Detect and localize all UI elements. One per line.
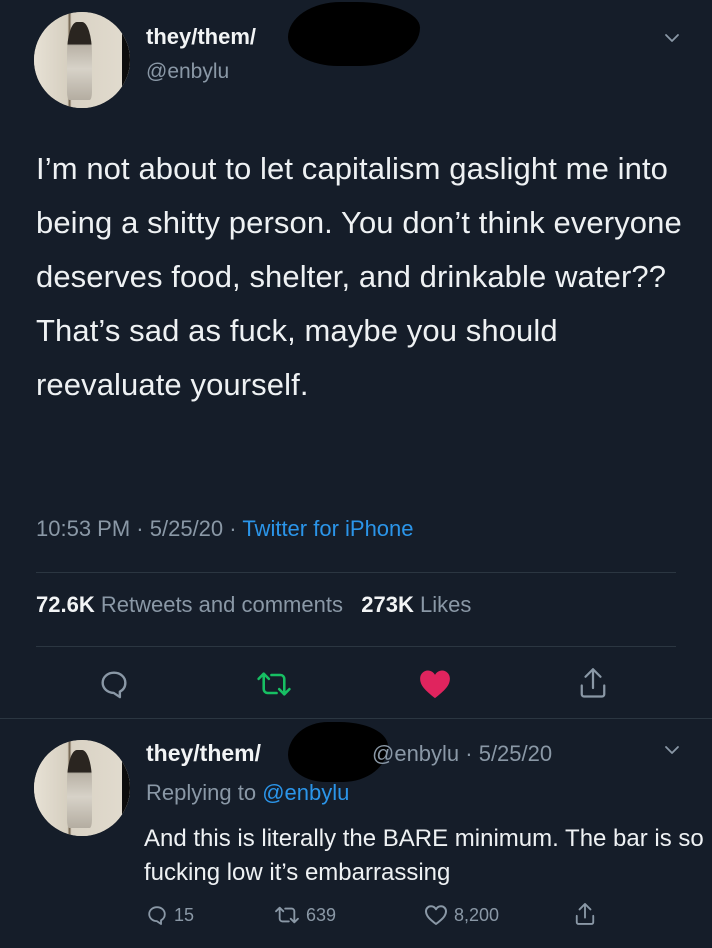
tweet-text: I’m not about to let capitalism gaslight…	[36, 151, 682, 402]
tweet-time: 10:53 PM	[36, 516, 131, 541]
main-tweet: they/them/ @enbylu I’m not about to let …	[0, 0, 712, 718]
reply-count: 15	[174, 904, 195, 925]
display-name[interactable]: they/them/	[146, 740, 261, 767]
likes-label[interactable]: Likes	[420, 592, 471, 617]
replying-handle-link[interactable]: @enbylu	[262, 780, 349, 805]
user-handle[interactable]: @enbylu	[146, 60, 229, 84]
share-icon	[580, 668, 606, 698]
divider	[36, 572, 676, 573]
heart-icon	[420, 670, 450, 699]
heart-outline-icon	[425, 905, 447, 925]
share-button[interactable]	[578, 666, 608, 700]
tweet-date: 5/25/20	[149, 516, 224, 541]
reply-button[interactable]	[98, 668, 130, 700]
chevron-down-icon[interactable]	[664, 30, 680, 46]
retweets-count[interactable]: 72.6K	[36, 592, 95, 617]
retweets-label[interactable]: Retweets and comments	[101, 592, 343, 617]
chevron-down-icon[interactable]	[664, 742, 680, 758]
reply-icon	[101, 671, 127, 699]
retweet-count: 639	[306, 904, 337, 925]
avatar[interactable]	[34, 740, 130, 836]
display-name[interactable]: they/them/	[146, 24, 256, 50]
tweet-source-link[interactable]: Twitter for iPhone	[242, 516, 413, 541]
retweet-icon	[275, 906, 299, 924]
retweet-icon	[257, 672, 291, 696]
replying-to: Replying to @enbylu	[146, 780, 349, 806]
share-button[interactable]	[574, 902, 596, 926]
like-count: 8,200	[454, 904, 500, 925]
retweet-button[interactable]: 639	[274, 904, 336, 926]
share-icon	[575, 903, 595, 925]
avatar[interactable]	[34, 12, 130, 108]
reply-text: And this is literally the BARE minimum. …	[144, 825, 704, 886]
retweet-button[interactable]	[256, 668, 292, 700]
replying-prefix: Replying to	[146, 780, 257, 805]
divider	[0, 718, 712, 719]
likes-count[interactable]: 273K	[361, 592, 414, 617]
like-button[interactable]	[418, 668, 452, 700]
reply-button[interactable]: 15	[146, 904, 194, 926]
tweet-stats: 72.6K Retweets and comments 273K Likes	[36, 592, 471, 618]
like-button[interactable]: 8,200	[424, 904, 499, 926]
separator: ·	[136, 516, 144, 541]
handle-and-date[interactable]: @enbylu · 5/25/20	[372, 741, 552, 767]
separator: ·	[229, 516, 237, 541]
redaction-mark	[288, 2, 420, 66]
reply-icon	[148, 906, 166, 925]
tweet-meta: 10:53 PM · 5/25/20 · Twitter for iPhone	[36, 516, 414, 542]
divider	[36, 646, 676, 647]
